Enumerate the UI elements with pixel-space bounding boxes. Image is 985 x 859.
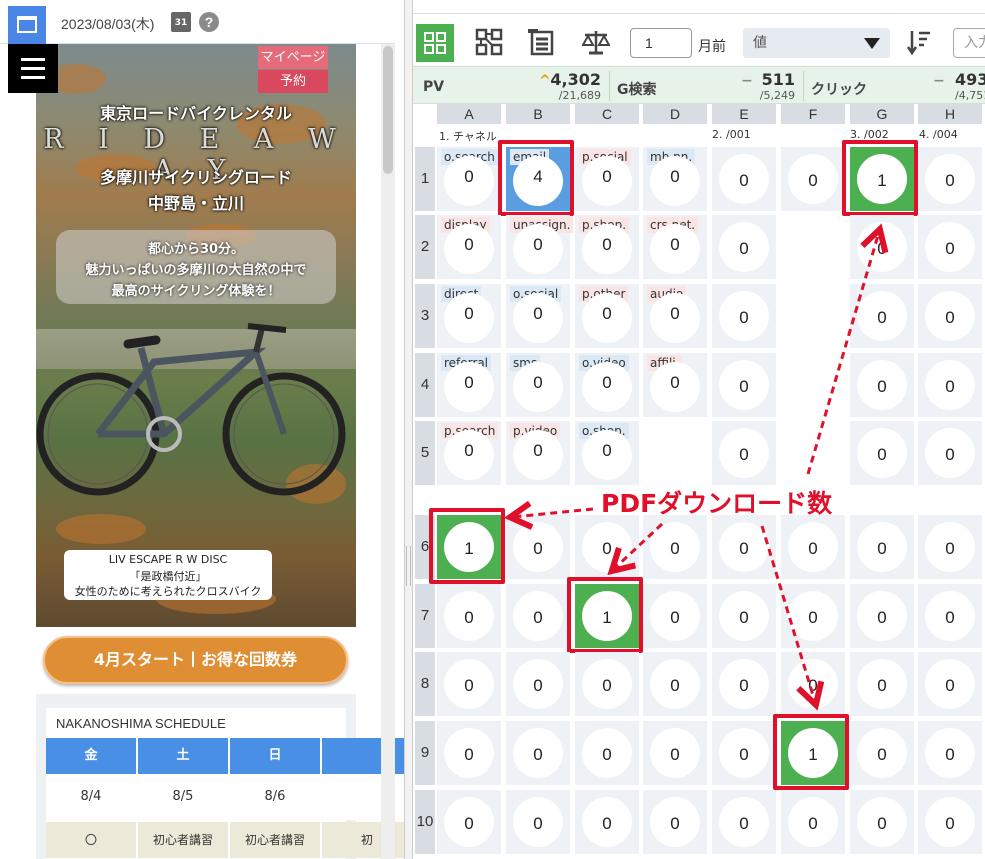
screen: 2023/08/03(木) 31 ? マイページ 予約 東京ロードバイクレンタル… (0, 0, 985, 859)
annotation-arrows (0, 0, 985, 859)
